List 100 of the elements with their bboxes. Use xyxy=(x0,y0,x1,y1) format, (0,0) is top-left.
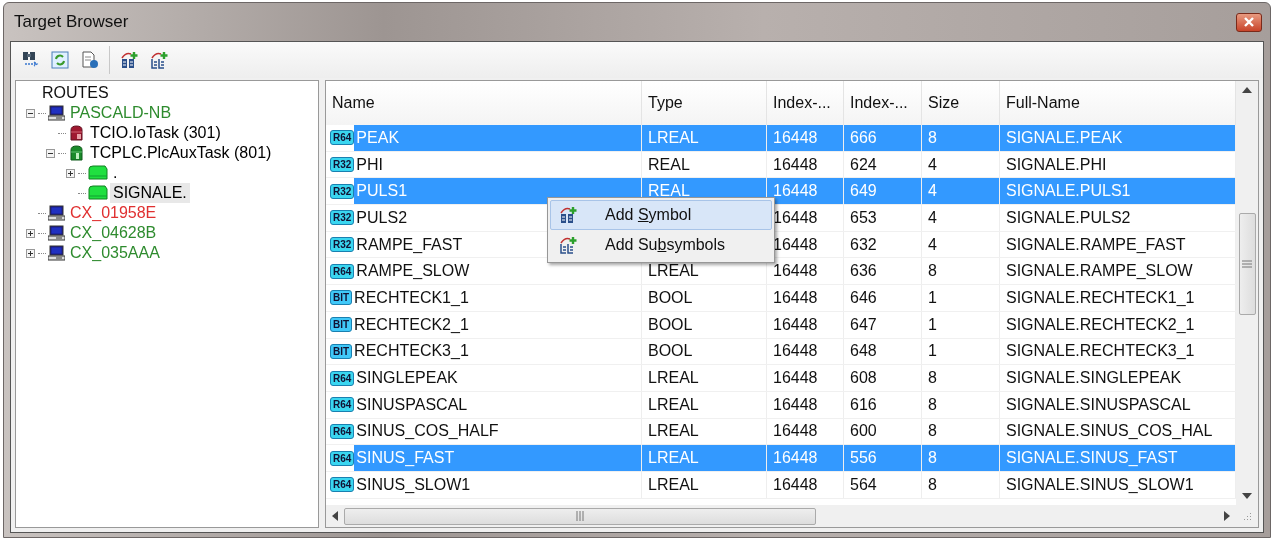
table-cell-text: SINUS_SLOW1 xyxy=(356,474,471,495)
table-cell-text: RECHTECK1_1 xyxy=(354,287,469,308)
table-cell-text: SINUSPASCAL xyxy=(356,394,468,415)
type-badge: R64 xyxy=(330,263,355,279)
table-cell-text: PEAK xyxy=(356,127,400,148)
table-cell-text: PULS1 xyxy=(356,181,408,202)
table-cell-text: RAMPE_SLOW xyxy=(356,261,470,282)
column-header[interactable]: Name xyxy=(326,81,642,125)
table-cell: 4 xyxy=(922,151,1000,178)
window-title: Target Browser xyxy=(14,12,129,32)
type-badge: BIT xyxy=(330,290,353,306)
block-icon xyxy=(88,185,108,201)
resize-grip-icon[interactable] xyxy=(1242,511,1252,521)
table-cell: 16448 xyxy=(767,338,844,365)
scroll-thumb[interactable] xyxy=(344,507,816,525)
table-cell: 600 xyxy=(844,418,922,445)
computer-icon xyxy=(48,225,65,241)
tree-item[interactable]: CX_035AAA xyxy=(67,243,163,263)
tree-item[interactable]: CX_04628B xyxy=(67,223,160,243)
add-subsymbols-icon xyxy=(559,236,577,254)
computer-icon xyxy=(48,105,65,121)
tree-item[interactable]: CX_01958E xyxy=(67,203,160,223)
tree-item[interactable]: PASCALD-NB xyxy=(67,103,175,123)
expand-icon[interactable] xyxy=(25,228,35,238)
table-cell: 616 xyxy=(844,391,922,418)
tree-item[interactable]: TCPLC.PlcAuxTask (801) xyxy=(87,143,275,163)
table-cell-text: SINGLEPEAK xyxy=(356,368,458,389)
tree-item[interactable]: TCIO.IoTask (301) xyxy=(87,123,224,143)
expand-icon[interactable] xyxy=(65,168,75,178)
expand-icon[interactable] xyxy=(25,248,35,258)
refresh-icon xyxy=(51,51,69,69)
table-cell: LREAL xyxy=(642,445,767,471)
table-cell: 16448 xyxy=(767,365,844,391)
table-cell: 4 xyxy=(922,205,1000,231)
scroll-down-icon[interactable] xyxy=(1242,493,1252,499)
table-cell: SIGNALE.PULS1 xyxy=(1000,178,1236,205)
table-cell: 632 xyxy=(844,231,922,258)
computer-icon xyxy=(48,245,65,261)
table-cell-text: PHI xyxy=(356,154,384,175)
table-cell: 647 xyxy=(844,311,922,338)
table-cell: 16448 xyxy=(767,418,844,445)
table-cell-text: RECHTECK2_1 xyxy=(354,314,469,335)
scroll-left-icon[interactable] xyxy=(332,511,338,521)
add-symbol-icon xyxy=(120,51,138,69)
table-cell: 16448 xyxy=(767,445,844,471)
menu-item[interactable]: Add Symbol xyxy=(550,200,772,230)
type-badge: R64 xyxy=(330,450,355,466)
scroll-right-icon[interactable] xyxy=(1224,511,1230,521)
column-header[interactable]: Index-... xyxy=(844,81,922,125)
table-cell: 1 xyxy=(922,285,1000,311)
column-header[interactable]: Index-... xyxy=(767,81,844,125)
tree-item[interactable]: . xyxy=(110,163,121,183)
table-cell-text: PULS2 xyxy=(356,207,408,228)
table-cell: LREAL xyxy=(642,418,767,445)
horizontal-scrollbar[interactable] xyxy=(326,505,1258,527)
table-cell: 646 xyxy=(844,285,922,311)
table-cell: 8 xyxy=(922,258,1000,285)
document-globe-icon xyxy=(81,51,99,69)
table-cell: 649 xyxy=(844,178,922,205)
table-cell: 8 xyxy=(922,471,1000,498)
collapse-icon[interactable] xyxy=(45,148,55,158)
table-cell: 556 xyxy=(844,445,922,471)
table-cell: 8 xyxy=(922,365,1000,391)
table-cell: SIGNALE.SINUS_FAST xyxy=(1000,445,1236,471)
type-badge: R32 xyxy=(330,237,355,253)
task-icon xyxy=(68,145,85,161)
block-icon xyxy=(88,165,108,181)
table-cell: 8 xyxy=(922,391,1000,418)
tree-item[interactable]: SIGNALE. xyxy=(110,183,190,203)
table-cell: 16448 xyxy=(767,285,844,311)
table-cell: 16448 xyxy=(767,391,844,418)
table-cell: BOOL xyxy=(642,338,767,365)
table-cell-text: RECHTECK3_1 xyxy=(354,341,469,362)
vertical-scrollbar[interactable] xyxy=(1236,81,1258,505)
type-badge: R32 xyxy=(330,183,355,199)
column-header[interactable]: Size xyxy=(922,81,1000,125)
column-header[interactable]: Full-Name xyxy=(1000,81,1236,125)
column-header[interactable]: Type xyxy=(642,81,767,125)
table-cell: 8 xyxy=(922,445,1000,471)
collapse-icon[interactable] xyxy=(25,108,35,118)
type-badge: R32 xyxy=(330,210,355,226)
table-cell: REAL xyxy=(642,151,767,178)
scroll-up-icon[interactable] xyxy=(1242,87,1252,93)
table-cell: SIGNALE.PEAK xyxy=(1000,125,1236,151)
table-cell: 4 xyxy=(922,231,1000,258)
table-cell: LREAL xyxy=(642,125,767,151)
type-badge: R64 xyxy=(330,397,355,413)
close-button[interactable] xyxy=(1236,12,1262,32)
grip-icon xyxy=(576,511,584,521)
computer-icon xyxy=(48,205,65,221)
table-cell: 648 xyxy=(844,338,922,365)
table-cell: 4 xyxy=(922,178,1000,205)
type-badge: R64 xyxy=(330,477,355,493)
scroll-thumb[interactable] xyxy=(1238,213,1256,315)
table-cell: 16448 xyxy=(767,311,844,338)
table-cell: 16448 xyxy=(767,178,844,205)
table-cell: 653 xyxy=(844,205,922,231)
type-badge: R64 xyxy=(330,130,355,146)
add-symbol-icon xyxy=(559,206,577,224)
table-cell: BOOL xyxy=(642,311,767,338)
